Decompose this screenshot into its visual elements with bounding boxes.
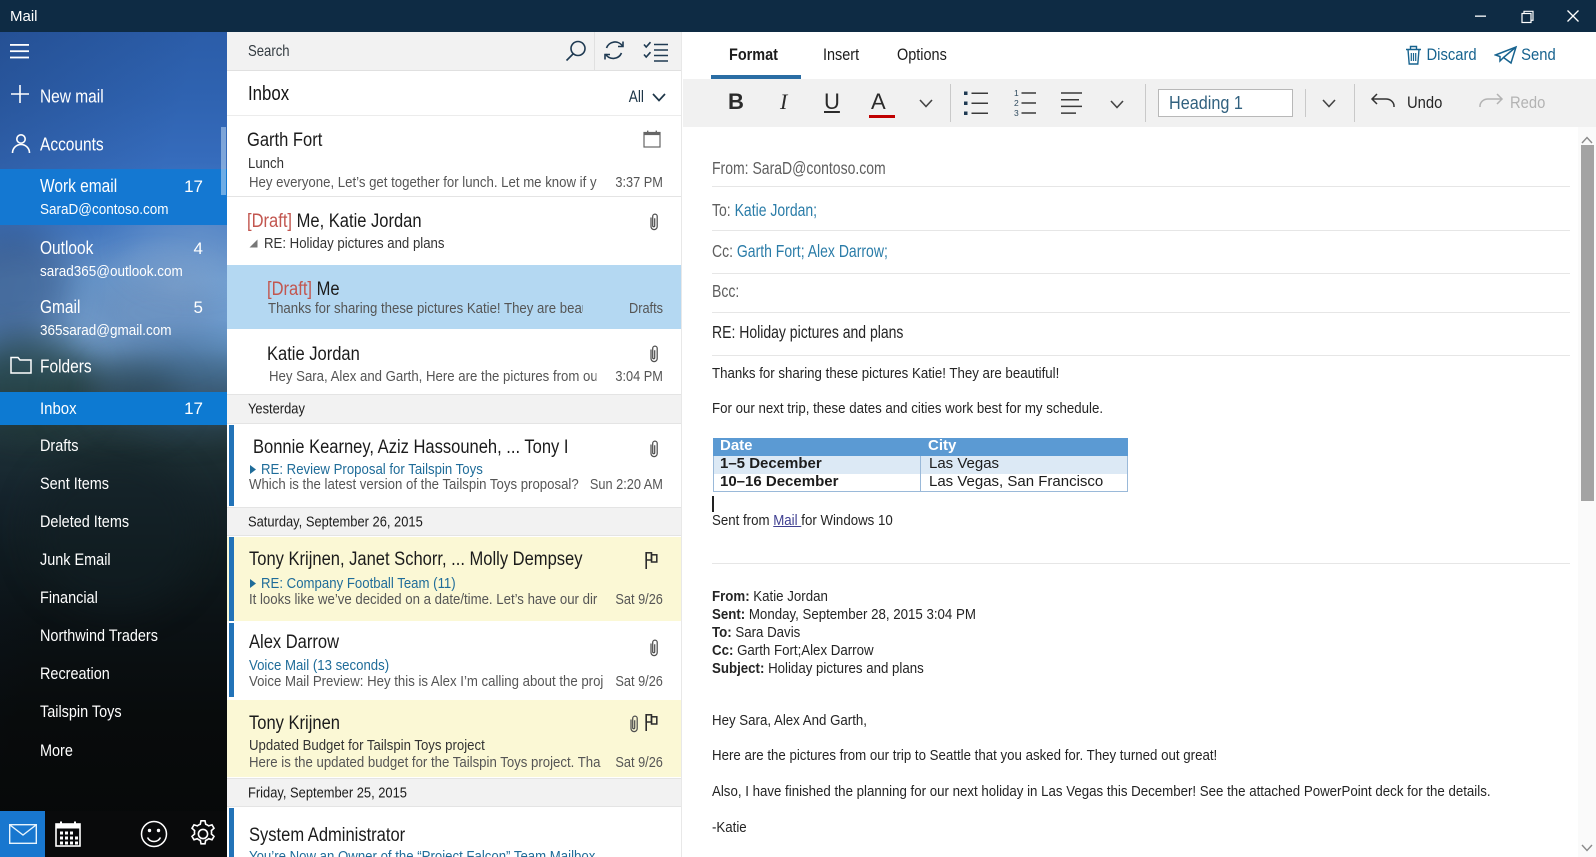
svg-text:1: 1 bbox=[1014, 88, 1019, 98]
svg-text:2: 2 bbox=[1014, 98, 1019, 108]
svg-text:3: 3 bbox=[1014, 108, 1019, 116]
